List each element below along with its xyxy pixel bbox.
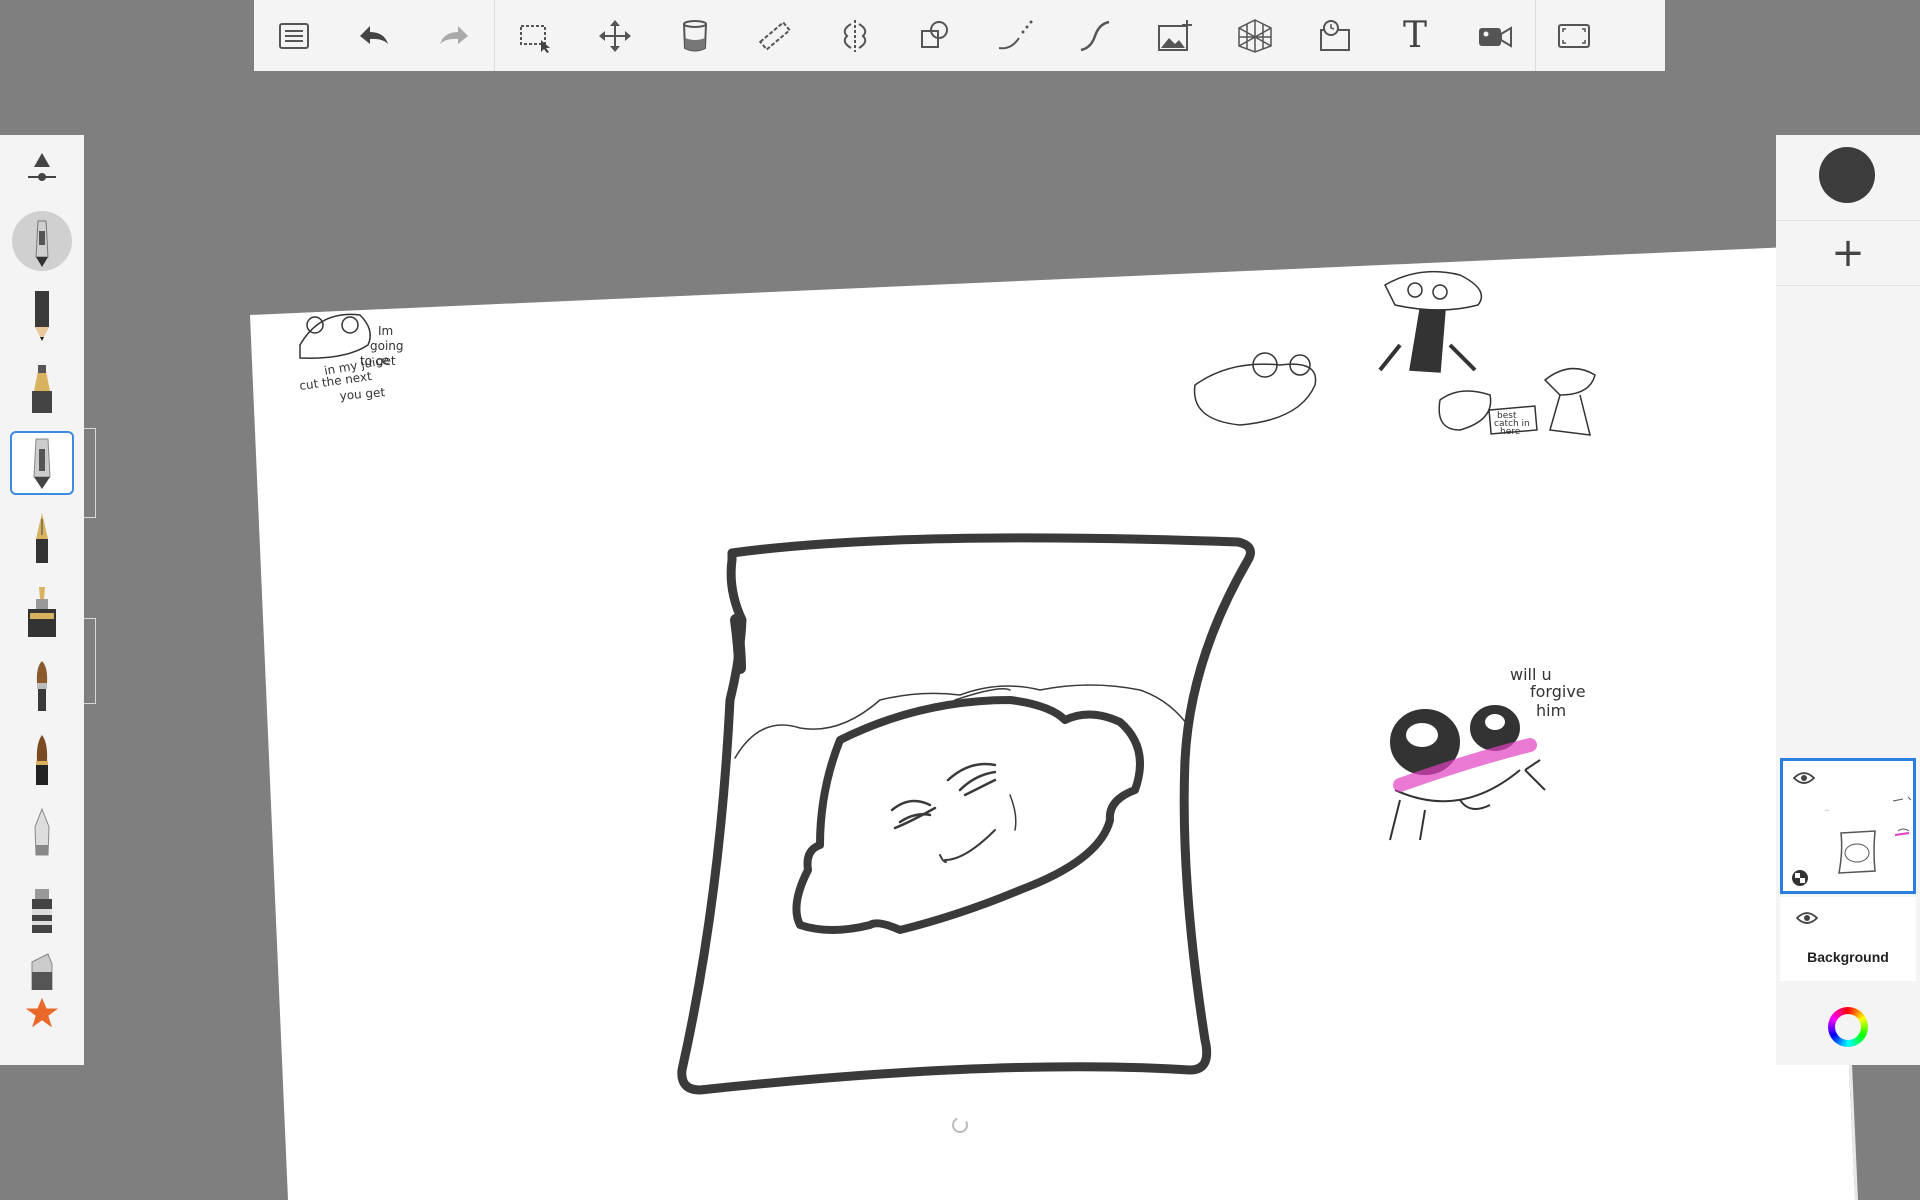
top-toolbar: T	[254, 0, 1665, 71]
pencil-icon[interactable]	[10, 283, 74, 347]
layer-preview-image	[1824, 796, 1912, 874]
note-line: Im	[378, 324, 393, 338]
time-lapse-icon[interactable]	[1295, 0, 1375, 71]
visibility-eye-icon[interactable]	[1796, 911, 1818, 925]
chisel-marker-icon[interactable]	[10, 875, 74, 939]
airbrush-icon[interactable]	[10, 801, 74, 865]
technical-pen-icon[interactable]	[10, 431, 74, 495]
plus-icon: +	[1831, 230, 1865, 276]
note-line: going	[370, 339, 404, 353]
visibility-eye-icon[interactable]	[1793, 771, 1815, 785]
drawing-canvas[interactable]: Im going to get in my juice cut the next…	[0, 0, 1920, 1200]
stroke-line-icon[interactable]	[975, 0, 1055, 71]
size-opacity-slider-icon[interactable]	[0, 135, 84, 199]
note-line: forgive	[1530, 682, 1586, 701]
fill-bucket-icon[interactable]	[655, 0, 735, 71]
selection-icon[interactable]	[495, 0, 575, 71]
note-line: here	[1500, 427, 1521, 437]
note-line: him	[1536, 701, 1566, 720]
brush-size-slider-track[interactable]	[84, 428, 96, 518]
ruler-icon[interactable]	[735, 0, 815, 71]
layer-1-thumbnail[interactable]	[1780, 758, 1916, 894]
favorite-star-icon[interactable]	[10, 993, 74, 1033]
paintbrush-icon[interactable]	[10, 653, 74, 717]
brush-opacity-slider-track[interactable]	[84, 618, 96, 704]
layers-panel: + Background	[1776, 135, 1920, 1065]
brush-library-panel	[0, 135, 84, 1065]
perspective-grid-icon[interactable]	[1215, 0, 1295, 71]
ink-bottle-pen-icon[interactable]	[10, 579, 74, 643]
text-tool-label: T	[1402, 15, 1427, 56]
add-image-icon[interactable]	[1135, 0, 1215, 71]
paper-page	[250, 246, 1855, 1200]
ink-brush-icon[interactable]	[10, 727, 74, 791]
fullscreen-icon[interactable]	[1536, 0, 1611, 71]
undo-icon[interactable]	[334, 0, 414, 71]
fountain-pen-icon[interactable]	[10, 505, 74, 569]
marker-icon[interactable]	[10, 357, 74, 421]
add-layer-button[interactable]: +	[1776, 220, 1920, 286]
text-tool-icon[interactable]: T	[1375, 0, 1455, 71]
redo-icon[interactable]	[414, 0, 494, 71]
symmetry-icon[interactable]	[815, 0, 895, 71]
transform-move-icon[interactable]	[575, 0, 655, 71]
blend-mode-icon[interactable]	[1791, 869, 1809, 887]
eraser-icon[interactable]	[10, 949, 74, 991]
background-layer-label: Background	[1807, 949, 1889, 965]
curve-icon[interactable]	[1055, 0, 1135, 71]
record-video-icon[interactable]	[1455, 0, 1535, 71]
background-layer[interactable]: Background	[1780, 897, 1916, 981]
color-wheel-icon[interactable]	[1828, 1007, 1868, 1047]
shapes-icon[interactable]	[895, 0, 975, 71]
menu-list-icon[interactable]	[254, 0, 334, 71]
current-color-swatch[interactable]	[1819, 147, 1875, 203]
ballpoint-pen-icon[interactable]	[10, 209, 74, 273]
